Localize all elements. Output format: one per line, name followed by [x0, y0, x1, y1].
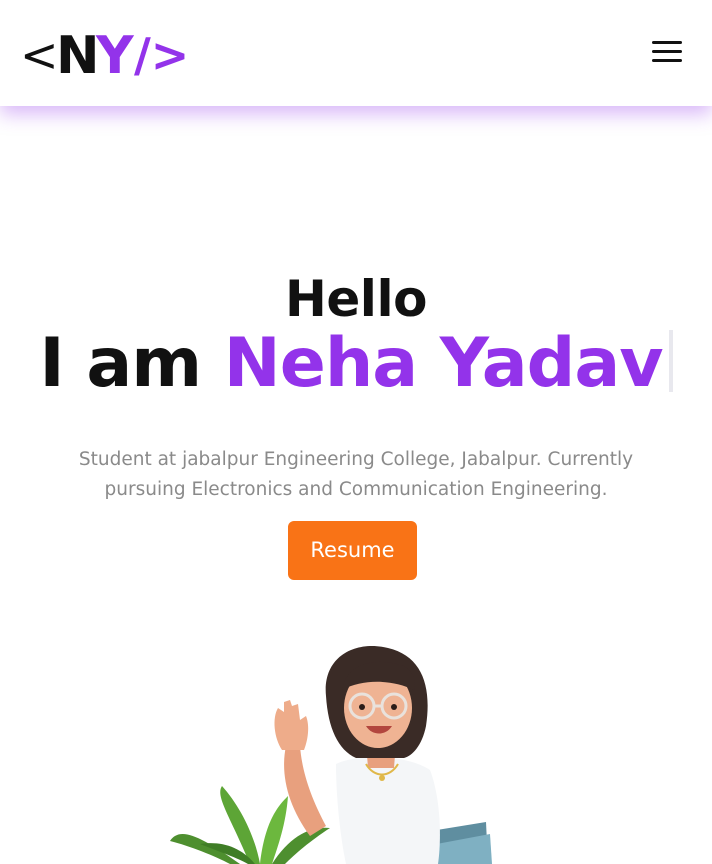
site-logo[interactable]: < N Y />: [20, 28, 200, 80]
logo-close-bracket: />: [134, 28, 189, 80]
hero-name: Neha Yadav: [223, 324, 664, 403]
hero-description: Student at jabalpur Engineering College,…: [78, 448, 634, 500]
logo-initial-y: Y: [95, 28, 135, 80]
hero-section: Hello I am Neha Yadav Student at jabalpu…: [0, 106, 712, 864]
hero-greeting: Hello: [285, 270, 427, 328]
hero-intro: I am Neha Yadav: [0, 324, 712, 403]
typing-caret: [668, 330, 673, 392]
navbar: < N Y />: [0, 0, 712, 106]
hamburger-menu-icon[interactable]: [650, 38, 684, 66]
logo-initial-n: N: [56, 28, 100, 80]
logo-open-bracket: <: [20, 28, 59, 80]
waving-girl-avatar-illustration: [170, 646, 492, 864]
intro-prefix: I am: [39, 324, 224, 403]
resume-button[interactable]: Resume: [288, 521, 417, 580]
